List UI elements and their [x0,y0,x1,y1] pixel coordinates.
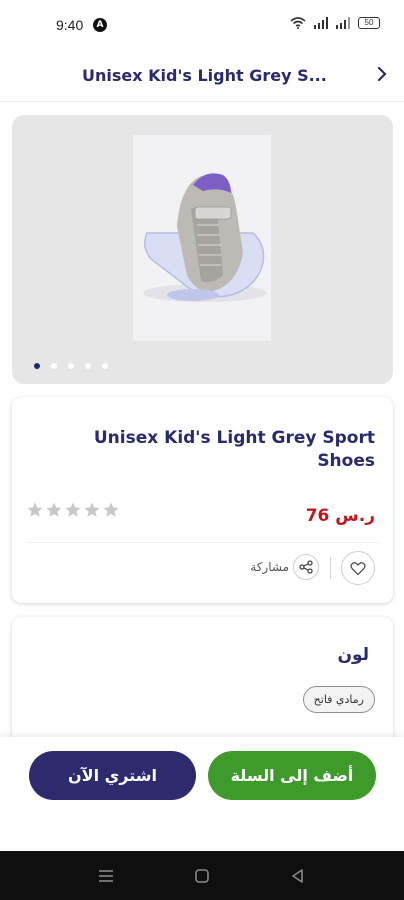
battery-icon: 50 [358,17,380,29]
product-title: Unisex Kid's Light Grey Sport Shoes [93,428,375,471]
wifi-icon [290,17,306,29]
add-to-cart-button[interactable]: أضف إلى السلة [208,751,376,800]
pagination-dot[interactable] [51,363,57,369]
divider [26,542,379,543]
notification-app-icon: A [93,18,107,32]
product-info-card: Unisex Kid's Light Grey Sport Shoes 76 ر… [12,397,393,603]
bottom-action-bar: اشتري الآن أضف إلى السلة [0,737,404,851]
wishlist-button[interactable] [341,551,375,585]
star-icon [65,502,81,517]
gallery-pagination [34,363,108,369]
system-navigation-bar [0,851,404,900]
home-icon[interactable] [193,867,211,885]
pagination-dot[interactable] [102,363,108,369]
share-button[interactable]: مشاركة [250,554,319,580]
pagination-dot[interactable] [68,363,74,369]
rating-stars [26,501,120,519]
color-option-chip[interactable]: رمادي فاتح [302,686,375,713]
share-icon-circle [293,554,319,580]
recents-menu-icon[interactable] [97,867,115,885]
share-label: مشاركة [250,560,289,574]
signal-icon [314,17,328,29]
shoe-image [133,135,271,341]
pagination-dot[interactable] [85,363,91,369]
product-image-gallery[interactable] [12,115,393,384]
divider [330,557,331,579]
status-time: 9:40 [56,17,84,33]
star-icon [46,502,62,517]
star-icon [27,502,43,517]
buy-now-button[interactable]: اشتري الآن [29,751,196,800]
app-header: Unisex Kid's Light Grey S... [0,52,404,102]
status-indicators: 50 [290,17,380,29]
chevron-right-icon [377,67,387,81]
product-image[interactable] [133,135,271,341]
pagination-dot-active[interactable] [34,363,40,369]
heart-icon [350,561,366,575]
color-selection-card: لون رمادي فاتح [12,617,393,757]
page-title: Unisex Kid's Light Grey S... [82,66,327,85]
back-button[interactable] [370,62,394,86]
star-icon [103,502,119,517]
share-icon [299,560,313,574]
back-triangle-icon[interactable] [289,867,307,885]
status-bar: 9:40 A 50 [0,0,404,52]
signal-icon [336,17,350,29]
star-icon [84,502,100,517]
color-section-title: لون [337,645,369,665]
product-price: 76 ر.س [305,506,375,526]
